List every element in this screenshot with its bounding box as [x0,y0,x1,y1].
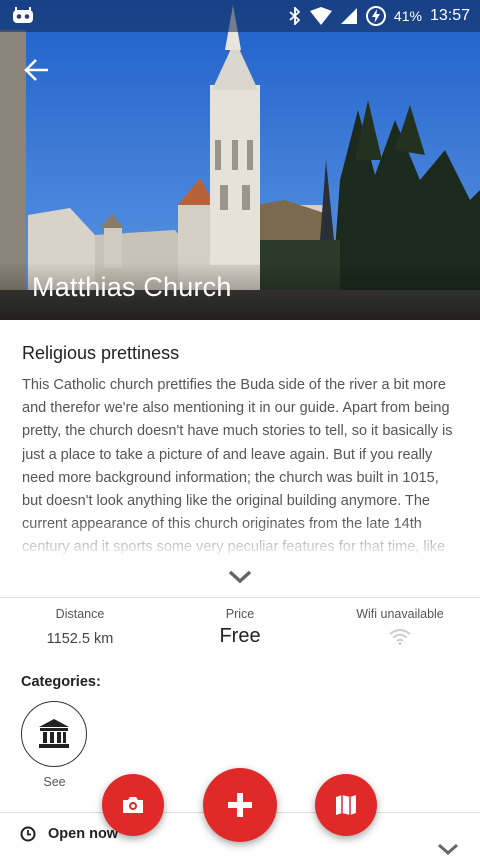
camera-icon [123,797,143,813]
price-info: Price Free [160,607,320,648]
category-see-button[interactable] [21,701,87,767]
map-button[interactable] [315,774,377,836]
bluetooth-icon [289,7,301,25]
battery-charging-icon [365,6,386,26]
clock-icon [20,826,36,842]
categories-label: Categories: [21,674,101,690]
wifi-info: Wifi unavailable [320,607,480,650]
divider [0,597,480,598]
plus-icon [228,793,252,817]
price-value: Free [219,625,261,647]
signal-icon [340,8,357,24]
back-arrow-icon[interactable] [22,55,52,85]
wifi-icon [309,7,332,25]
distance-label: Distance [55,607,105,621]
app-notification-icon [13,7,33,23]
category-see-label: See [43,775,66,789]
hero-image: Matthias Church [0,0,480,320]
place-title: Matthias Church [32,272,232,302]
distance-info: Distance 1152.5 km [0,607,160,647]
camera-button[interactable] [102,774,164,836]
distance-value: 1152.5 km [46,631,114,647]
price-label: Price [225,607,255,621]
add-button[interactable] [203,768,277,842]
museum-icon [39,719,69,748]
map-icon [336,795,356,815]
open-now-label: Open now [48,826,119,842]
expand-chevron-icon[interactable] [227,566,253,586]
section-heading: Religious prettiness [22,343,180,363]
battery-percent: 41% [393,8,422,24]
clock: 13:57 [429,7,470,24]
description-fade [0,520,480,560]
opening-hours-row[interactable]: Open now [20,826,118,842]
wifi-unavailable-icon [389,629,411,645]
wifi-label: Wifi unavailable [356,607,444,621]
status-bar: 41% 13:57 [0,0,480,32]
